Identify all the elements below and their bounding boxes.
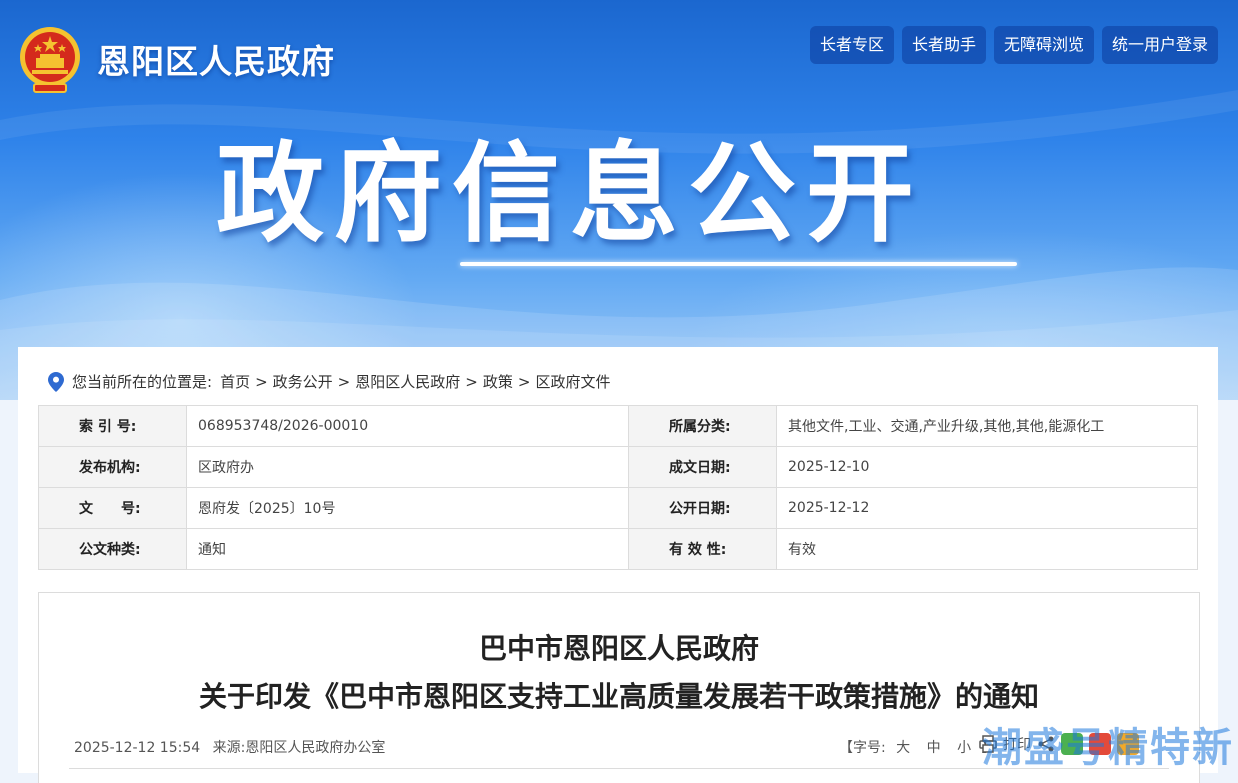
breadcrumb-district-documents[interactable]: 区政府文件 <box>535 371 610 392</box>
breadcrumb-separator: > <box>517 372 531 391</box>
meta-label: 所属分类: <box>628 405 777 447</box>
meta-label: 索 引 号: <box>38 405 187 447</box>
meta-value: 有效 <box>776 528 1198 570</box>
meta-label: 公文种类: <box>38 528 187 570</box>
breadcrumb-separator: > <box>255 372 268 391</box>
breadcrumb-separator: > <box>465 372 478 391</box>
hero-underline <box>460 262 1017 266</box>
table-row: 索 引 号: 068953748/2026-00010 所属分类: 其他文件,工… <box>38 405 1198 447</box>
header-banner: 恩阳区人民政府 长者专区 长者助手 无障碍浏览 统一用户登录 政府信息公开 <box>0 0 1238 400</box>
national-emblem-icon[interactable] <box>18 24 82 94</box>
font-size-large[interactable]: 大 <box>896 740 910 756</box>
breadcrumb-gov-affairs[interactable]: 政务公开 <box>273 371 333 392</box>
breadcrumb-separator: > <box>337 372 351 391</box>
breadcrumb: 您当前所在的位置是: 首页 > 政务公开 > 恩阳区人民政府 > 政策 > 区政… <box>48 371 610 392</box>
breadcrumb-policy[interactable]: 政策 <box>483 371 513 392</box>
article-title-line1: 巴中市恩阳区人民政府 <box>478 632 759 665</box>
article-info: 2025-12-12 15:54 来源:恩阳区人民政府办公室 <box>74 737 393 757</box>
font-size-small[interactable]: 小 <box>957 740 971 756</box>
font-size-medium[interactable]: 中 <box>927 740 941 756</box>
location-pin-icon <box>48 371 64 392</box>
table-row: 文 号: 恩府发〔2025〕10号 公开日期: 2025-12-12 <box>38 487 1198 529</box>
top-button-group: 长者专区 长者助手 无障碍浏览 统一用户登录 <box>809 26 1218 64</box>
document-meta-table: 索 引 号: 068953748/2026-00010 所属分类: 其他文件,工… <box>38 405 1198 570</box>
meta-value: 2025-12-10 <box>776 446 1198 488</box>
font-size-label: 【字号: <box>839 740 886 756</box>
meta-value: 2025-12-12 <box>776 487 1198 529</box>
meta-label: 发布机构: <box>38 446 187 488</box>
elder-zone-button[interactable]: 长者专区 <box>809 26 894 64</box>
meta-label: 成文日期: <box>628 446 777 488</box>
meta-value: 通知 <box>186 528 629 570</box>
meta-value: 068953748/2026-00010 <box>186 405 629 447</box>
table-row: 公文种类: 通知 有 效 性: 有效 <box>38 528 1198 570</box>
meta-label: 文 号: <box>38 487 187 529</box>
meta-value: 恩府发〔2025〕10号 <box>186 487 629 529</box>
breadcrumb-prefix: 您当前所在的位置是: <box>72 373 213 391</box>
accessibility-button[interactable]: 无障碍浏览 <box>993 26 1094 64</box>
meta-value: 区政府办 <box>186 446 629 488</box>
article-source: 来源:恩阳区人民政府办公室 <box>212 740 386 756</box>
meta-label: 有 效 性: <box>628 528 777 570</box>
breadcrumb-district-gov[interactable]: 恩阳区人民政府 <box>355 371 460 392</box>
font-size-control: 【字号: 大 中 小 】 <box>839 737 996 757</box>
publish-datetime: 2025-12-12 15:54 <box>74 740 201 756</box>
hero-title: 政府信息公开 <box>216 132 925 257</box>
article-title-line2: 关于印发《巴中市恩阳区支持工业高质量发展若干政策措施》的通知 <box>198 680 1039 713</box>
content-card: 您当前所在的位置是: 首页 > 政务公开 > 恩阳区人民政府 > 政策 > 区政… <box>18 347 1218 783</box>
user-login-button[interactable]: 统一用户登录 <box>1101 26 1218 64</box>
elder-assistant-button[interactable]: 长者助手 <box>901 26 986 64</box>
site-name[interactable]: 恩阳区人民政府 <box>97 35 335 83</box>
breadcrumb-home[interactable]: 首页 <box>220 371 250 392</box>
table-row: 发布机构: 区政府办 成文日期: 2025-12-10 <box>38 446 1198 488</box>
meta-label: 公开日期: <box>628 487 777 529</box>
watermark: 潮盛号精特新 <box>982 725 1234 771</box>
meta-value: 其他文件,工业、交通,产业升级,其他,其他,能源化工 <box>776 405 1198 447</box>
